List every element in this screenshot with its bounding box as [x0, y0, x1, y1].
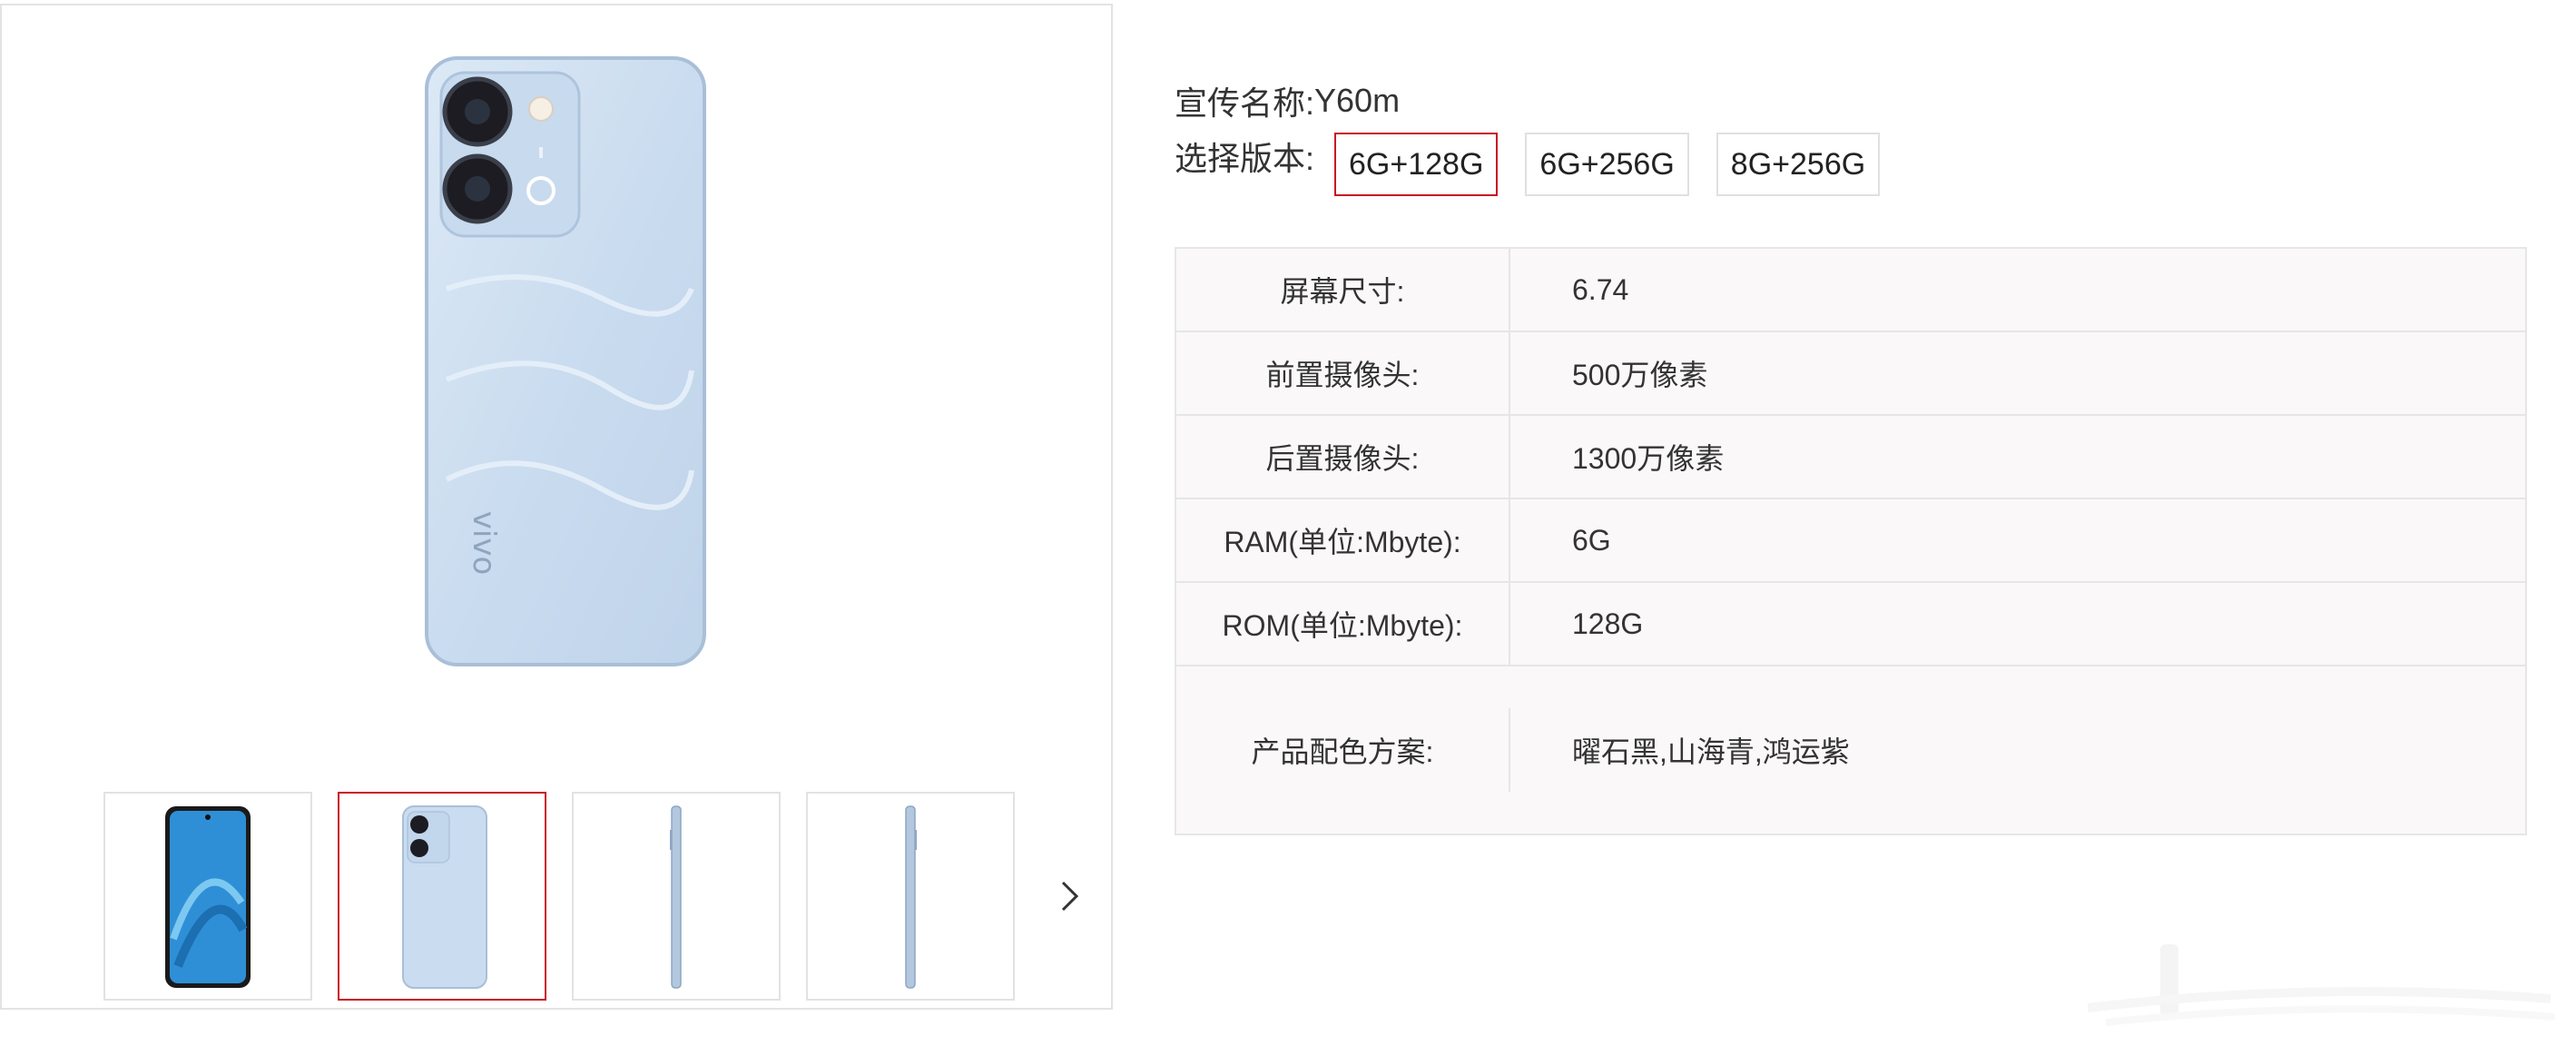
spec-table: 屏幕尺寸: 6.74 前置摄像头: 500万像素 后置摄像头: 1300万像素 … — [1175, 247, 2527, 835]
phone-side-thumbnail — [670, 805, 682, 989]
spec-key: 屏幕尺寸: — [1176, 249, 1510, 331]
promo-name-row: 宣传名称: Y60m — [1175, 73, 2527, 129]
spec-value: 500万像素 — [1572, 359, 1708, 391]
version-selector: 选择版本: 6G+128G 6G+256G 8G+256G — [1175, 133, 2527, 196]
spec-key: 前置摄像头: — [1176, 332, 1510, 414]
thumbnail-front[interactable] — [103, 792, 312, 1001]
svg-text:vivo: vivo — [466, 511, 502, 576]
thumbnail-side-right[interactable] — [806, 792, 1015, 1001]
spec-value: 曜石黑,山海青,鸿运紫 — [1572, 735, 1850, 768]
spec-value: 128G — [1572, 607, 1644, 640]
watermark-graphic — [2088, 944, 2556, 1026]
phone-side-thumbnail — [905, 805, 917, 989]
version-label: 选择版本: — [1175, 140, 1315, 177]
version-option-6g-128g[interactable]: 6G+128G — [1334, 133, 1499, 196]
spec-value: 6G — [1572, 523, 1611, 557]
phone-front-thumbnail — [165, 806, 251, 988]
version-option-8g-256g[interactable]: 8G+256G — [1716, 133, 1881, 196]
spec-value: 1300万像素 — [1572, 442, 1725, 475]
spec-row-colors: 产品配色方案: 曜石黑,山海青,鸿运紫 — [1176, 666, 2525, 834]
phone-back-thumbnail — [402, 805, 487, 989]
chevron-right-icon — [1061, 881, 1079, 912]
spec-row-front-camera: 前置摄像头: 500万像素 — [1176, 332, 2525, 416]
spec-key: RAM(单位:Mbyte): — [1176, 499, 1510, 581]
product-gallery: vivo — [0, 4, 1113, 1010]
spec-key: 产品配色方案: — [1176, 708, 1510, 792]
spec-value: 6.74 — [1572, 272, 1629, 306]
spec-row-ram: RAM(单位:Mbyte): 6G — [1176, 499, 2525, 583]
product-info: 宣传名称: Y60m 选择版本: 6G+128G 6G+256G 8G+256G… — [1175, 73, 2527, 835]
spec-key: ROM(单位:Mbyte): — [1176, 583, 1510, 665]
promo-label: 宣传名称: — [1175, 84, 1315, 122]
spec-row-rear-camera: 后置摄像头: 1300万像素 — [1176, 416, 2525, 499]
thumbnail-next-button[interactable] — [1047, 873, 1093, 919]
thumbnail-back[interactable] — [338, 792, 546, 1001]
phone-back-image: vivo — [425, 56, 706, 666]
promo-name: Y60m — [1314, 82, 1401, 119]
product-page: vivo 宣传名称: Y60m 选择版本: 6G+128G 6G+256G 8G… — [0, 0, 2576, 1046]
spec-key: 后置摄像头: — [1176, 416, 1510, 498]
spec-row-rom: ROM(单位:Mbyte): 128G — [1176, 583, 2525, 666]
version-option-6g-256g[interactable]: 6G+256G — [1525, 133, 1689, 196]
spec-row-screen-size: 屏幕尺寸: 6.74 — [1176, 249, 2525, 332]
version-options: 6G+128G 6G+256G 8G+256G — [1334, 133, 1881, 196]
thumbnail-side-left[interactable] — [572, 792, 781, 1001]
